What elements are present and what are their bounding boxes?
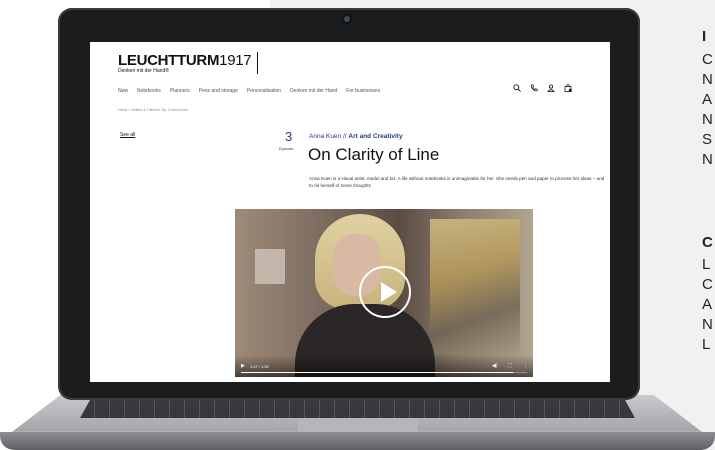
camera-icon — [344, 16, 350, 22]
nav-item-planners[interactable]: Planners — [170, 88, 190, 94]
side-text-line: C — [702, 51, 713, 68]
nav-item-notebooks[interactable]: Notebooks — [137, 88, 161, 94]
more-options-icon[interactable]: ⋮ — [523, 363, 528, 369]
episode-label: Episode — [279, 146, 294, 151]
side-text-line: A — [702, 296, 713, 313]
nav-item-new[interactable]: New — [118, 88, 128, 94]
side-text-line: L — [702, 256, 711, 273]
video-progress-bar[interactable] — [241, 371, 527, 373]
video-controls — [235, 355, 533, 377]
bag-icon[interactable] — [564, 84, 572, 92]
side-text-line: S — [702, 131, 713, 148]
search-icon[interactable] — [513, 84, 521, 92]
logo-text: LEUCHTTURM — [118, 52, 220, 69]
side-text-line: A — [702, 91, 713, 108]
laptop-screen: LEUCHTTURM1917 Denken mit der Hand® New … — [90, 42, 610, 382]
author-name: Anna Kuen — [309, 133, 342, 140]
play-small-icon[interactable]: ▶ — [241, 363, 245, 369]
play-icon[interactable] — [359, 266, 411, 318]
episode-number: 3 — [285, 129, 293, 144]
video-shelf — [255, 249, 285, 284]
breadcrumb[interactable]: Home > Writers & Thinkers: Ep. 3 Anna Ku… — [118, 108, 188, 112]
page-title: On Clarity of Line — [308, 145, 440, 164]
laptop-lid: LEUCHTTURM1917 Denken mit der Hand® New … — [58, 8, 640, 400]
nav-item-denken-mit-der-hand[interactable]: Denken mit der Hand — [290, 88, 337, 94]
fullscreen-icon[interactable]: ⛶ — [508, 363, 512, 369]
episode-meta: Anna Kuen // Art and Creativity — [309, 133, 403, 140]
side-heading-2: C — [702, 234, 713, 251]
site-logo[interactable]: LEUCHTTURM1917 Denken mit der Hand® — [118, 52, 259, 74]
user-icon[interactable] — [547, 84, 555, 92]
laptop-base-edge — [0, 432, 715, 450]
side-text-line: N — [702, 111, 713, 128]
phone-icon[interactable] — [530, 84, 538, 92]
video-painting — [430, 219, 520, 354]
side-text-line: C — [702, 276, 713, 293]
see-all-link[interactable]: See all — [120, 132, 135, 138]
nav-item-for-businesses[interactable]: For businesses — [346, 88, 380, 94]
video-player[interactable]: ▶ 1:47 / 1:52 ◀) ⛶ ⋮ — [235, 209, 533, 377]
side-text-line: N — [702, 151, 713, 168]
side-text-line: N — [702, 71, 713, 88]
episode-description: Anna Kuen is a visual artist, model and … — [309, 176, 605, 188]
volume-icon[interactable]: ◀) — [492, 363, 498, 369]
logo-number: 1917 — [219, 52, 252, 69]
category-link[interactable]: Art and Creativity — [348, 133, 402, 140]
side-text-line: L — [702, 336, 711, 353]
side-text-line: N — [702, 316, 713, 333]
nav-item-pens-and-storage[interactable]: Pens and storage — [199, 88, 238, 94]
video-progress-fill — [241, 371, 513, 373]
nav-item-personalisation[interactable]: Personalisation — [247, 88, 281, 94]
header-icons — [513, 84, 572, 92]
video-time: 1:47 / 1:52 — [250, 364, 269, 369]
main-nav: New Notebooks Planners Pens and storage … — [118, 88, 380, 94]
side-heading-1: I — [702, 28, 707, 45]
laptop-keyboard — [80, 398, 635, 418]
